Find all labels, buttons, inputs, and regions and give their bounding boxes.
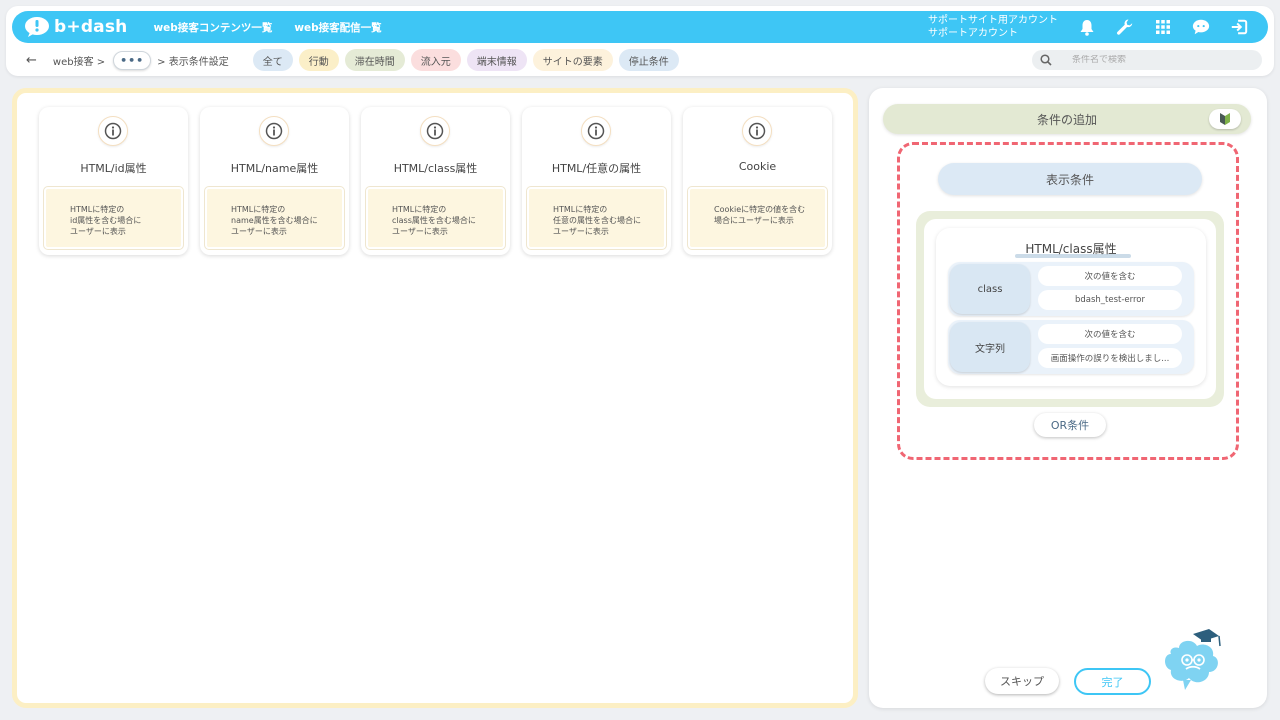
wrench-icon[interactable] (1116, 18, 1134, 36)
nav-delivery-list[interactable]: web接客配信一覧 (294, 20, 381, 35)
card-description: HTMLに特定の name属性を含む場合に ユーザーに表示 (205, 187, 344, 249)
condition-card-html-class[interactable]: HTML/class属性 HTMLに特定の class属性を含む場合に ユーザー… (361, 107, 510, 255)
condition-builder-panel: 条件の追加 表示条件 HTML/class属性 class 次の値を含む bda… (869, 88, 1267, 708)
condition-card-html-name[interactable]: HTML/name属性 HTMLに特定の name属性を含む場合に ユーザーに表… (200, 107, 349, 255)
beginner-toggle-button[interactable] (1209, 109, 1241, 129)
account-site: サポートサイト用アカウント (928, 15, 1058, 26)
card-description: HTMLに特定の id属性を含む場合に ユーザーに表示 (44, 187, 183, 249)
bell-icon[interactable] (1078, 18, 1096, 36)
filter-stay-time[interactable]: 滞在時間 (344, 49, 405, 71)
condition-title: HTML/class属性 (1025, 242, 1117, 256)
chat-icon[interactable] (1192, 18, 1210, 36)
condition-card-html-any-attr[interactable]: HTML/任意の属性 HTMLに特定の 任意の属性を含む場合に ユーザーに表示 (522, 107, 671, 255)
row-value[interactable]: 画面操作の誤りを検出しまし... (1038, 348, 1182, 368)
card-title: Cookie (738, 160, 777, 173)
logo[interactable]: b+dash (24, 16, 127, 38)
card-description: HTMLに特定の 任意の属性を含む場合に ユーザーに表示 (527, 187, 666, 249)
breadcrumb-current: > 表示条件設定 (157, 56, 229, 68)
card-title: HTML/id属性 (80, 162, 147, 175)
filter-chips: 全て 行動 滞在時間 流入元 端末情報 サイトの要素 停止条件 (252, 49, 679, 71)
card-title: HTML/任意の属性 (551, 162, 642, 175)
row-label: 文字列 (950, 322, 1030, 372)
filter-all[interactable]: 全て (252, 49, 293, 71)
breadcrumb-root[interactable]: web接客 > (53, 53, 105, 68)
nav-contents-list[interactable]: web接客コンテンツ一覧 (153, 20, 272, 35)
info-icon[interactable] (581, 116, 611, 146)
row-operator[interactable]: 次の値を含む (1038, 324, 1182, 344)
breadcrumb-ellipsis-button[interactable]: ••• (113, 50, 152, 70)
filter-device[interactable]: 端末情報 (466, 49, 527, 71)
header: b+dash web接客コンテンツ一覧 web接客配信一覧 サポートサイト用アカ… (6, 6, 1274, 76)
account-info[interactable]: サポートサイト用アカウント サポートアカウント (928, 14, 1058, 40)
search-box[interactable] (1032, 50, 1262, 70)
display-condition-label: 表示条件 (938, 163, 1202, 195)
done-button[interactable]: 完了 (1074, 668, 1151, 695)
add-condition-bar[interactable]: 条件の追加 (883, 104, 1251, 134)
back-arrow-icon[interactable]: ← (26, 53, 37, 68)
condition-row-class: class 次の値を含む bdash_test-error (948, 262, 1194, 316)
card-description: Cookieに特定の値を含む 場合にユーザーに表示 (688, 187, 827, 249)
filter-action[interactable]: 行動 (298, 49, 339, 71)
row-operator[interactable]: 次の値を含む (1038, 266, 1182, 286)
condition-card-html-id[interactable]: HTML/id属性 HTMLに特定の id属性を含む場合に ユーザーに表示 (39, 107, 188, 255)
info-icon[interactable] (420, 116, 450, 146)
grid-icon[interactable] (1154, 18, 1172, 36)
info-icon[interactable] (742, 116, 772, 146)
logo-text: b+dash (54, 17, 128, 37)
row-label: class (950, 264, 1030, 314)
sub-bar: ← web接客 > ••• > 表示条件設定 全て 行動 滞在時間 流入元 端末… (26, 48, 1262, 72)
info-icon[interactable] (98, 116, 128, 146)
condition-card[interactable]: HTML/class属性 class 次の値を含む bdash_test-err… (936, 228, 1206, 386)
card-title: HTML/class属性 (393, 162, 478, 175)
condition-group-inner: HTML/class属性 class 次の値を含む bdash_test-err… (924, 219, 1216, 399)
filter-stop-condition[interactable]: 停止条件 (618, 49, 679, 71)
or-condition-button[interactable]: OR条件 (1034, 413, 1106, 437)
row-value[interactable]: bdash_test-error (1038, 290, 1182, 310)
condition-row-string: 文字列 次の値を含む 画面操作の誤りを検出しまし... (948, 320, 1194, 374)
search-input[interactable] (1072, 55, 1252, 65)
info-icon[interactable] (259, 116, 289, 146)
logo-bubble-icon (24, 16, 50, 38)
condition-group: HTML/class属性 class 次の値を含む bdash_test-err… (916, 211, 1224, 407)
beginner-mark-icon (1220, 113, 1230, 125)
filter-referrer[interactable]: 流入元 (410, 49, 461, 71)
logout-icon[interactable] (1230, 18, 1248, 36)
condition-card-cookie[interactable]: Cookie Cookieに特定の値を含む 場合にユーザーに表示 (683, 107, 832, 255)
account-name: サポートアカウント (928, 28, 1018, 39)
skip-button[interactable]: スキップ (985, 668, 1059, 694)
filter-site-element[interactable]: サイトの要素 (532, 49, 613, 71)
card-title: HTML/name属性 (230, 162, 319, 175)
search-icon (1040, 51, 1052, 70)
condition-group-highlight: 表示条件 HTML/class属性 class 次の値を含む bdash_tes… (897, 142, 1239, 460)
card-description: HTMLに特定の class属性を含む場合に ユーザーに表示 (366, 187, 505, 249)
add-condition-label: 条件の追加 (1036, 112, 1097, 127)
top-bar: b+dash web接客コンテンツ一覧 web接客配信一覧 サポートサイト用アカ… (12, 11, 1268, 43)
condition-catalog-panel: HTML/id属性 HTMLに特定の id属性を含む場合に ユーザーに表示 HT… (12, 88, 858, 708)
mascot-icon (1157, 624, 1227, 694)
